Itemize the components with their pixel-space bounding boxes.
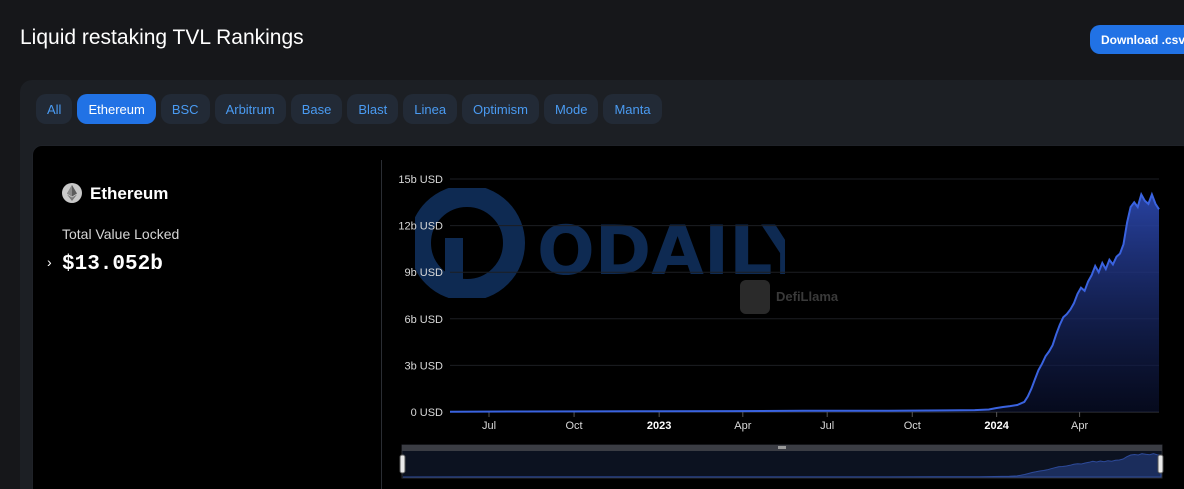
x-tick-label: Apr bbox=[734, 420, 751, 432]
x-tick-label: Jul bbox=[482, 420, 496, 432]
zoom-handle-right[interactable] bbox=[1157, 454, 1164, 474]
x-tick-label: Oct bbox=[566, 420, 583, 432]
x-tick-label: Oct bbox=[904, 420, 921, 432]
chain-name: Ethereum bbox=[90, 184, 169, 203]
x-tick-label: Jul bbox=[820, 420, 834, 432]
tab-linea[interactable]: Linea bbox=[403, 94, 458, 124]
tab-manta[interactable]: Manta bbox=[603, 94, 662, 124]
tab-all[interactable]: All bbox=[36, 94, 73, 124]
zoom-slider[interactable] bbox=[399, 444, 1164, 479]
tab-optimism[interactable]: Optimism bbox=[462, 94, 539, 124]
panel-divider bbox=[381, 160, 382, 489]
tab-ethereum[interactable]: Ethereum bbox=[77, 94, 156, 124]
x-tick-label: 2023 bbox=[647, 420, 671, 432]
page-title: Liquid restaking TVL Rankings bbox=[20, 26, 304, 49]
ethereum-icon bbox=[62, 183, 82, 203]
y-tick-label: 3b USD bbox=[404, 360, 443, 372]
y-tick-label: 0 USD bbox=[411, 407, 443, 419]
x-tick-label: Apr bbox=[1071, 420, 1088, 432]
tab-arbitrum[interactable]: Arbitrum bbox=[214, 94, 286, 124]
tab-mode[interactable]: Mode bbox=[543, 94, 599, 124]
download-csv-button[interactable]: Download .csv bbox=[1090, 25, 1184, 54]
y-tick-label: 9b USD bbox=[404, 267, 443, 279]
tab-base[interactable]: Base bbox=[290, 94, 343, 124]
chain-tabs: All Ethereum BSC Arbitrum Base Blast Lin… bbox=[36, 94, 662, 124]
zoom-handle-left[interactable] bbox=[399, 454, 406, 474]
tvl-area bbox=[450, 194, 1159, 412]
tab-blast[interactable]: Blast bbox=[347, 94, 399, 124]
zoom-grip-icon bbox=[778, 446, 786, 449]
chevron-right-icon[interactable]: › bbox=[47, 254, 52, 270]
tab-bsc[interactable]: BSC bbox=[160, 94, 210, 124]
tvl-label: Total Value Locked bbox=[62, 226, 180, 242]
tvl-area-chart[interactable]: 0 USD 3b USD 6b USD 9b USD 12b USD 15b USD Ju… bbox=[384, 160, 1184, 489]
y-tick-label: 6b USD bbox=[404, 314, 443, 326]
x-tick-label: 2024 bbox=[984, 420, 1009, 432]
tvl-value: $13.052b bbox=[62, 253, 163, 276]
y-tick-label: 15b USD bbox=[398, 174, 443, 186]
y-tick-label: 12b USD bbox=[398, 221, 443, 233]
